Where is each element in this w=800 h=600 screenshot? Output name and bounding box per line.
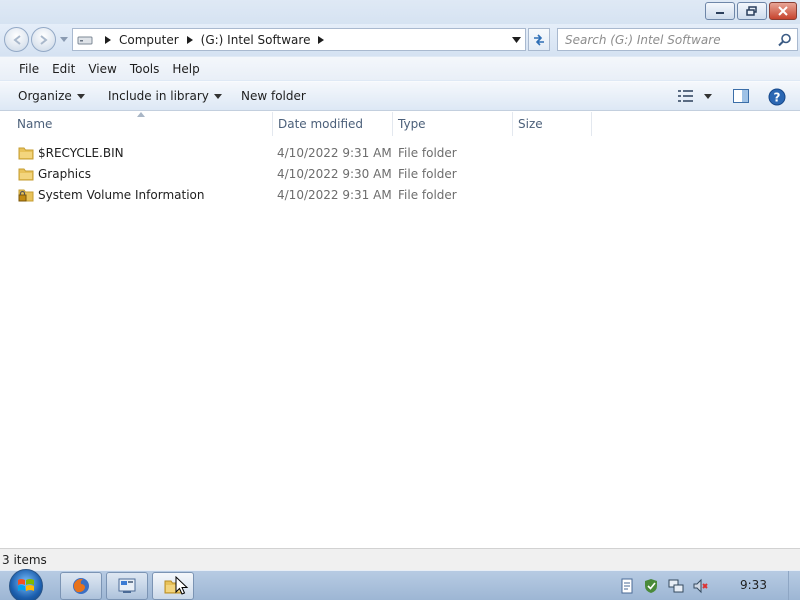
recent-pages-dropdown-icon[interactable]	[60, 37, 68, 42]
menu-view[interactable]: View	[88, 62, 116, 76]
show-desktop-button[interactable]	[788, 571, 800, 600]
item-count: 3 items	[2, 552, 47, 567]
help-icon[interactable]: ?	[768, 88, 786, 106]
drive-icon	[77, 36, 93, 44]
address-bar[interactable]: Computer (G:) Intel Software	[72, 28, 526, 51]
locked-folder-icon	[18, 189, 34, 202]
window-controls	[705, 2, 797, 20]
minimize-button[interactable]	[705, 2, 735, 20]
view-list-icon	[678, 90, 693, 102]
file-name: System Volume Information	[38, 188, 205, 202]
sort-ascending-icon	[137, 112, 145, 117]
status-bar: 3 items	[0, 548, 800, 570]
search-input[interactable]	[558, 32, 768, 47]
include-label: Include in library	[108, 89, 209, 103]
taskbar-app-button[interactable]	[106, 572, 148, 600]
breadcrumb-drive[interactable]: (G:) Intel Software	[201, 33, 311, 47]
back-button[interactable]	[4, 27, 29, 52]
windows-logo-icon	[18, 579, 34, 591]
maximize-button[interactable]	[737, 2, 767, 20]
taskbar: 9:33	[0, 569, 800, 600]
column-header-type[interactable]: Type	[398, 111, 426, 137]
taskbar-firefox-button[interactable]	[60, 572, 102, 600]
refresh-button[interactable]	[528, 28, 550, 51]
file-date-modified: 4/10/2022 9:31 AM	[277, 188, 392, 202]
change-view-button[interactable]	[678, 90, 712, 102]
column-divider[interactable]	[591, 112, 592, 136]
new-folder-label: New folder	[241, 89, 306, 103]
folder-icon	[18, 147, 34, 160]
document-tray-icon[interactable]	[620, 578, 634, 594]
navigation-bar: Computer (G:) Intel Software	[0, 24, 800, 56]
file-type: File folder	[398, 146, 457, 160]
volume-muted-icon[interactable]	[693, 578, 709, 594]
refresh-icon	[534, 33, 544, 46]
new-folder-button[interactable]: New folder	[241, 89, 306, 103]
file-row[interactable]: $RECYCLE.BIN 4/10/2022 9:31 AM File fold…	[0, 143, 800, 164]
folder-icon	[18, 168, 34, 181]
file-list-pane: Name Date modified Type Size $RECYCLE.BI…	[0, 111, 800, 548]
clock[interactable]: 9:33	[740, 578, 767, 592]
network-icon[interactable]	[668, 578, 684, 594]
minimize-icon	[716, 12, 724, 14]
file-row[interactable]: Graphics 4/10/2022 9:30 AM File folder	[0, 164, 800, 185]
search-box	[557, 28, 798, 51]
address-history-dropdown-icon[interactable]	[512, 37, 521, 43]
mouse-cursor-icon	[175, 576, 189, 595]
svg-text:?: ?	[774, 91, 781, 105]
file-row[interactable]: System Volume Information 4/10/2022 9:31…	[0, 185, 800, 206]
preview-pane-icon[interactable]	[733, 89, 749, 103]
column-header-size[interactable]: Size	[518, 111, 543, 137]
menu-edit[interactable]: Edit	[52, 62, 75, 76]
column-header-date-modified[interactable]: Date modified	[278, 111, 363, 137]
search-icon[interactable]	[778, 33, 792, 47]
menu-file[interactable]: File	[19, 62, 39, 76]
app-icon	[118, 578, 136, 593]
organize-button[interactable]: Organize	[18, 89, 85, 103]
column-divider[interactable]	[512, 112, 513, 136]
chevron-down-icon	[704, 93, 712, 99]
column-divider[interactable]	[392, 112, 393, 136]
restore-icon	[746, 6, 757, 16]
file-name: Graphics	[38, 167, 91, 181]
breadcrumb-chevron-icon[interactable]	[318, 35, 325, 44]
chevron-down-icon	[76, 93, 85, 99]
breadcrumb-chevron-icon[interactable]	[105, 35, 111, 44]
file-type: File folder	[398, 188, 457, 202]
command-bar: Organize Include in library New folder ?	[0, 81, 800, 111]
start-button[interactable]	[9, 569, 43, 600]
breadcrumb-computer[interactable]: Computer	[119, 33, 179, 47]
system-tray	[620, 578, 709, 594]
chevron-down-icon	[213, 93, 222, 99]
file-date-modified: 4/10/2022 9:30 AM	[277, 167, 392, 181]
menu-tools[interactable]: Tools	[130, 62, 160, 76]
menu-help[interactable]: Help	[172, 62, 199, 76]
column-divider[interactable]	[272, 112, 273, 136]
organize-label: Organize	[18, 89, 72, 103]
close-button[interactable]	[769, 2, 797, 20]
close-icon	[778, 6, 788, 16]
include-in-library-button[interactable]: Include in library	[108, 89, 222, 103]
breadcrumb: Computer (G:) Intel Software	[97, 33, 332, 47]
file-name: $RECYCLE.BIN	[38, 146, 124, 160]
file-date-modified: 4/10/2022 9:31 AM	[277, 146, 392, 160]
forward-arrow-icon	[39, 34, 48, 45]
column-header-name[interactable]: Name	[17, 111, 52, 137]
firefox-icon	[73, 578, 89, 594]
action-center-icon[interactable]	[643, 578, 659, 594]
menu-bar: File Edit View Tools Help	[0, 57, 800, 80]
back-arrow-icon	[12, 34, 21, 45]
title-bar	[0, 0, 800, 24]
forward-button[interactable]	[31, 27, 56, 52]
breadcrumb-chevron-icon[interactable]	[186, 35, 193, 44]
file-type: File folder	[398, 167, 457, 181]
